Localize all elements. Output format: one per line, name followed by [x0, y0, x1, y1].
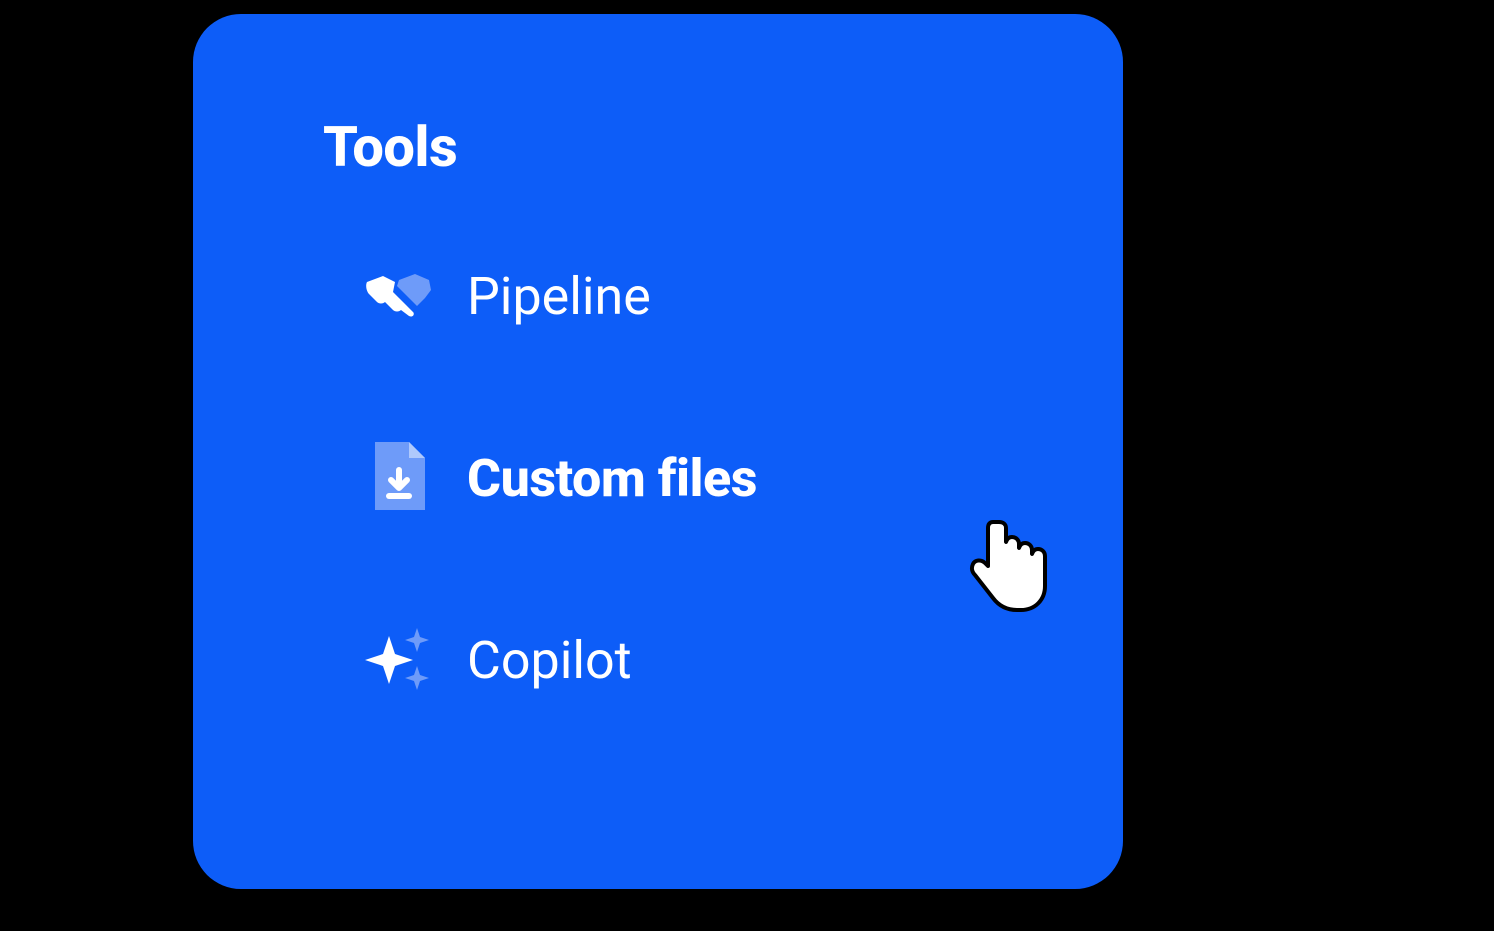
handshake-icon: [363, 260, 435, 332]
menu-item-pipeline[interactable]: Pipeline: [363, 260, 993, 332]
menu-item-label: Pipeline: [467, 266, 651, 327]
file-download-icon: [363, 442, 435, 514]
menu-item-label: Copilot: [467, 630, 632, 691]
tools-panel: Tools Pipeline Custom files: [193, 14, 1123, 889]
menu-item-label: Custom files: [467, 448, 757, 509]
tools-menu: Pipeline Custom files Cop: [323, 260, 993, 696]
menu-item-copilot[interactable]: Copilot: [363, 624, 993, 696]
section-title: Tools: [323, 114, 993, 180]
sparkles-icon: [363, 624, 435, 696]
menu-item-custom-files[interactable]: Custom files: [363, 442, 993, 514]
